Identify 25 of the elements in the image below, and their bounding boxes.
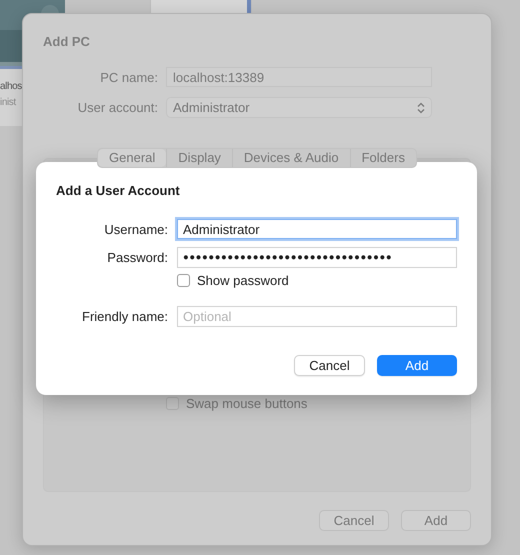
- checkbox-label: Show password: [197, 273, 289, 288]
- sheet-button[interactable]: Add: [401, 510, 471, 531]
- password-field[interactable]: ●●●●●●●●●●●●●●●●●●●●●●●●●●●●●●●●●: [177, 247, 457, 268]
- field-label: PC name:: [99, 70, 158, 84]
- field-label: Username:: [103, 222, 168, 236]
- checkbox-label: Swap mouse buttons: [186, 396, 308, 411]
- tab[interactable]: Devices & Audio: [232, 149, 350, 167]
- input-field[interactable]: localhost:13389: [166, 67, 432, 87]
- chevron-icon: [417, 102, 425, 114]
- checkbox[interactable]: [177, 274, 190, 287]
- account-dropdown[interactable]: Administrator: [166, 97, 432, 118]
- window-text: inist: [0, 96, 18, 110]
- tab[interactable]: Display: [166, 149, 232, 167]
- tab[interactable]: General: [98, 149, 166, 167]
- input-field[interactable]: Administrator: [177, 219, 457, 239]
- window-text: alhos: [0, 80, 22, 94]
- checkbox[interactable]: [166, 397, 179, 410]
- sheet-button[interactable]: Cancel: [319, 510, 389, 531]
- add-button[interactable]: Add: [377, 355, 457, 376]
- field-label: Password:: [106, 250, 168, 265]
- dialog-title: Add a User Account: [56, 183, 181, 199]
- input-field[interactable]: Optional: [177, 306, 457, 327]
- cancel-button[interactable]: Cancel: [294, 355, 365, 376]
- field-label: User account:: [76, 100, 158, 115]
- field-label: Friendly name:: [81, 309, 168, 324]
